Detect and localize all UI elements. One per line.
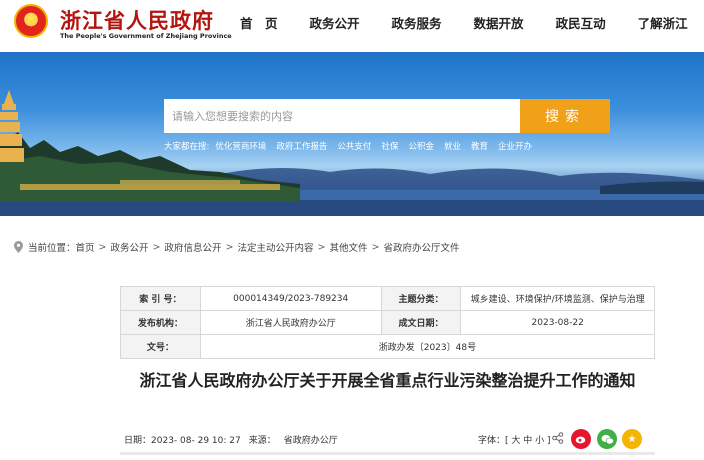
index-number-label: 索 引 号： xyxy=(120,286,201,311)
site-title[interactable]: 浙江省人民政府 xyxy=(60,5,214,35)
document-info-table: 索 引 号： 000014349/2023-789234 主题分类： 城乡建设、… xyxy=(120,286,656,359)
hot-search-link[interactable]: 公共支付 xyxy=(337,140,371,152)
divider xyxy=(120,452,655,455)
hot-search-link[interactable]: 企业开办 xyxy=(498,140,532,152)
breadcrumb-separator: > xyxy=(371,241,380,253)
nav-government-services[interactable]: 政务服务 xyxy=(392,12,442,36)
share-icon[interactable] xyxy=(552,432,564,447)
index-number-value: 000014349/2023-789234 xyxy=(199,286,382,311)
breadcrumb-label: 当前位置： xyxy=(28,243,76,254)
nav-about-zhejiang[interactable]: 了解浙江 xyxy=(638,12,688,36)
favorite-star-icon[interactable]: ★ xyxy=(622,429,642,449)
article-meta: 日期：2023- 08- 29 10: 27 来源： 省政府办公厅 xyxy=(124,433,338,446)
hot-search-link[interactable]: 教育 xyxy=(471,140,488,152)
hero-banner: 搜索 大家都在搜: 优化营商环境 政府工作报告 公共支付 社保 公积金 就业 教… xyxy=(0,52,704,216)
nav-government-affairs[interactable]: 政务公开 xyxy=(310,12,360,36)
breadcrumb-item[interactable]: 省政府办公厅文件 xyxy=(383,240,459,254)
breadcrumb-separator: > xyxy=(98,241,107,253)
topic-label: 主题分类： xyxy=(380,286,462,311)
main-nav: 首 页 政务公开 政务服务 数据开放 政民互动 了解浙江 xyxy=(240,12,688,36)
breadcrumb-separator: > xyxy=(225,241,234,253)
search-input[interactable] xyxy=(164,99,520,133)
font-size-options[interactable]: [ 大 中 小 ] xyxy=(505,436,550,446)
written-date-label: 成文日期： xyxy=(380,310,462,335)
search-button[interactable]: 搜索 xyxy=(520,99,610,133)
wechat-icon[interactable] xyxy=(597,429,617,449)
breadcrumb-separator: > xyxy=(152,241,161,253)
document-number-label: 文号： xyxy=(120,334,201,359)
hot-search-link[interactable]: 公积金 xyxy=(408,140,434,152)
site-header: ★ 浙江省人民政府 The People's Government of Zhe… xyxy=(0,0,704,52)
table-row: 索 引 号： 000014349/2023-789234 主题分类： 城乡建设、… xyxy=(120,286,655,311)
breadcrumb-separator: > xyxy=(317,241,326,253)
breadcrumb-item[interactable]: 其他文件 xyxy=(329,240,367,254)
breadcrumb-item[interactable]: 政府信息公开 xyxy=(164,240,221,254)
west-lake-scenery xyxy=(0,90,704,216)
national-emblem-icon[interactable]: ★ xyxy=(14,4,48,38)
weibo-icon[interactable] xyxy=(571,429,591,449)
publisher-label: 发布机构： xyxy=(120,310,201,335)
hot-search-link[interactable]: 政府工作报告 xyxy=(276,140,327,152)
hot-searches: 大家都在搜: 优化营商环境 政府工作报告 公共支付 社保 公积金 就业 教育 企… xyxy=(164,140,542,152)
location-pin-icon xyxy=(14,241,23,253)
breadcrumb-item[interactable]: 首页 xyxy=(76,240,95,254)
date-value: 2023- 08- 29 10: 27 xyxy=(151,436,241,446)
nav-open-data[interactable]: 数据开放 xyxy=(474,12,524,36)
article-title: 浙江省人民政府办公厅关于开展全省重点行业污染整治提升工作的通知 xyxy=(139,371,636,390)
breadcrumb-item[interactable]: 政务公开 xyxy=(111,240,149,254)
source-label: 来源： xyxy=(248,436,276,446)
site-subtitle: The People's Government of Zhejiang Prov… xyxy=(60,32,232,40)
table-row: 发布机构： 浙江省人民政府办公厅 成文日期： 2023-08-22 xyxy=(120,310,655,335)
nav-interaction[interactable]: 政民互动 xyxy=(556,12,606,36)
breadcrumb: 当前位置： 首页 > 政务公开 > 政府信息公开 > 法定主动公开内容 > 其他… xyxy=(14,240,459,254)
source-value: 省政府办公厅 xyxy=(283,436,338,446)
topic-value: 城乡建设、环境保护/环境监测、保护与治理 xyxy=(460,286,655,311)
written-date-value: 2023-08-22 xyxy=(460,310,655,335)
hot-searches-label: 大家都在搜: xyxy=(164,142,210,152)
date-label: 日期： xyxy=(124,436,152,446)
document-number-value: 浙政办发〔2023〕48号 xyxy=(199,334,656,359)
table-row: 文号： 浙政办发〔2023〕48号 xyxy=(120,334,656,359)
font-size-control: 字体：[ 大 中 小 ] xyxy=(478,433,550,446)
hot-search-link[interactable]: 社保 xyxy=(381,140,398,152)
breadcrumb-item[interactable]: 法定主动公开内容 xyxy=(237,240,313,254)
nav-home[interactable]: 首 页 xyxy=(240,12,278,36)
publisher-value: 浙江省人民政府办公厅 xyxy=(199,310,382,335)
hot-search-link[interactable]: 优化营商环境 xyxy=(215,140,266,152)
hot-search-link[interactable]: 就业 xyxy=(444,140,461,152)
font-size-label: 字体： xyxy=(478,436,506,446)
